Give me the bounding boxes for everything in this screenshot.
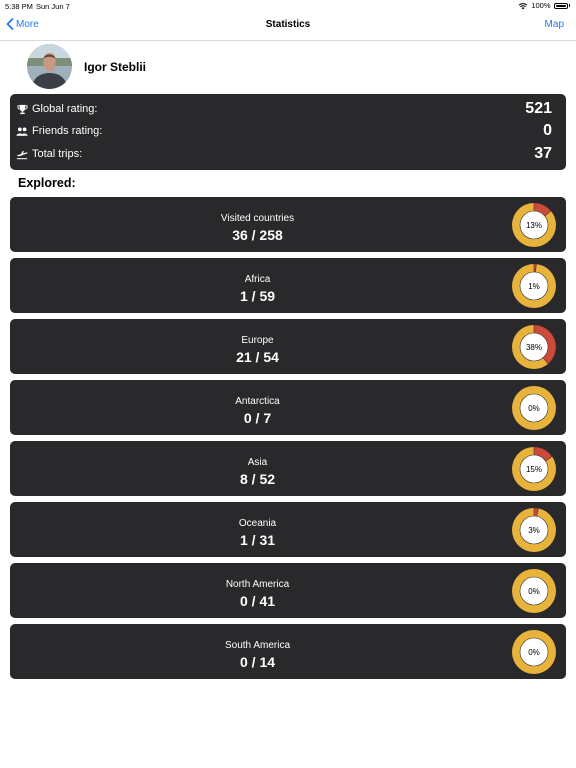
total-trips-value: 37: [534, 145, 552, 162]
percent-label: 0%: [528, 648, 540, 657]
progress-donut: 0%: [512, 569, 556, 613]
region-name: Oceania: [238, 518, 277, 529]
region-name: Africa: [244, 274, 271, 285]
ratings-card: Global rating: 521 Friends rating: 0 Tot…: [10, 94, 566, 170]
profile-header: Igor Steblii: [27, 44, 146, 89]
status-right: 100%: [518, 1, 570, 10]
back-label: More: [16, 18, 39, 30]
region-count: 36 / 258: [232, 227, 283, 243]
page-title: Statistics: [265, 19, 311, 30]
global-rating-value: 521: [525, 100, 552, 117]
region-name: Asia: [247, 457, 268, 468]
percent-label: 1%: [528, 282, 540, 291]
region-card-asia[interactable]: Asia 8 / 52 15%: [10, 441, 566, 496]
navigation-bar: More Statistics Map: [0, 12, 576, 41]
region-count: 8 / 52: [239, 471, 276, 487]
percent-label: 0%: [528, 587, 540, 596]
percent-label: 3%: [528, 526, 540, 535]
battery-icon: [553, 2, 568, 9]
progress-donut: 3%: [512, 507, 556, 552]
region-card-europe[interactable]: Europe 21 / 54 38%: [10, 319, 566, 374]
status-bar: 5:38 PM Sun Jun 7 100%: [0, 0, 576, 12]
wifi-icon: [518, 2, 528, 9]
region-name: Antarctica: [235, 396, 280, 407]
friends-rating-row: Friends rating: 0: [16, 120, 552, 142]
global-rating-row: Global rating: 521: [16, 98, 552, 120]
region-card-antarctica[interactable]: Antarctica 0 / 7 0%: [10, 380, 566, 435]
total-trips-row: Total trips: 37: [16, 143, 552, 165]
progress-donut: 13%: [512, 202, 556, 247]
back-button[interactable]: More: [6, 18, 39, 30]
region-count: 0 / 41: [239, 593, 276, 609]
region-card-africa[interactable]: Africa 1 / 59 1%: [10, 258, 566, 313]
region-card-oceania[interactable]: Oceania 1 / 31 3%: [10, 502, 566, 557]
status-time: 5:38 PM: [5, 2, 33, 11]
region-name: Europe: [241, 335, 274, 346]
region-card-north-america[interactable]: North America 0 / 41 0%: [10, 563, 566, 618]
friends-rating-value: 0: [543, 122, 552, 139]
progress-donut: 38%: [512, 324, 557, 369]
status-date: Sun Jun 7: [36, 2, 70, 11]
battery-percent: 100%: [531, 1, 551, 10]
map-button[interactable]: Map: [545, 19, 564, 30]
region-count: 21 / 54: [236, 349, 279, 365]
progress-donut: 0%: [512, 630, 556, 674]
percent-label: 15%: [526, 465, 542, 474]
region-count: 1 / 59: [239, 288, 276, 304]
region-name: North America: [225, 579, 290, 590]
avatar: [27, 44, 72, 89]
global-rating-label: Global rating:: [32, 103, 98, 115]
profile-name: Igor Steblii: [84, 59, 147, 74]
progress-donut: 1%: [512, 263, 556, 308]
region-card-visited-countries[interactable]: Visited countries 36 / 258 13%: [10, 197, 566, 252]
explored-heading: Explored:: [18, 176, 76, 190]
percent-label: 38%: [526, 343, 542, 352]
progress-donut: 0%: [512, 386, 556, 430]
region-count: 1 / 31: [239, 532, 276, 548]
region-count: 0 / 14: [239, 654, 276, 670]
avatar-image: [27, 44, 72, 89]
total-trips-label: Total trips:: [32, 148, 83, 160]
region-count: 0 / 7: [243, 410, 272, 426]
percent-label: 13%: [526, 221, 542, 230]
friends-rating-label: Friends rating:: [32, 125, 103, 137]
chevron-left-icon: [6, 18, 14, 30]
battery-tip: [568, 4, 570, 7]
percent-label: 0%: [528, 404, 540, 413]
region-name: Visited countries: [220, 213, 295, 224]
plane-departure-icon: [16, 148, 28, 160]
progress-donut: 15%: [512, 446, 556, 491]
people-icon: [16, 125, 28, 137]
trophy-icon: [16, 103, 28, 115]
region-card-south-america[interactable]: South America 0 / 14 0%: [10, 624, 566, 679]
region-name: South America: [224, 640, 291, 651]
